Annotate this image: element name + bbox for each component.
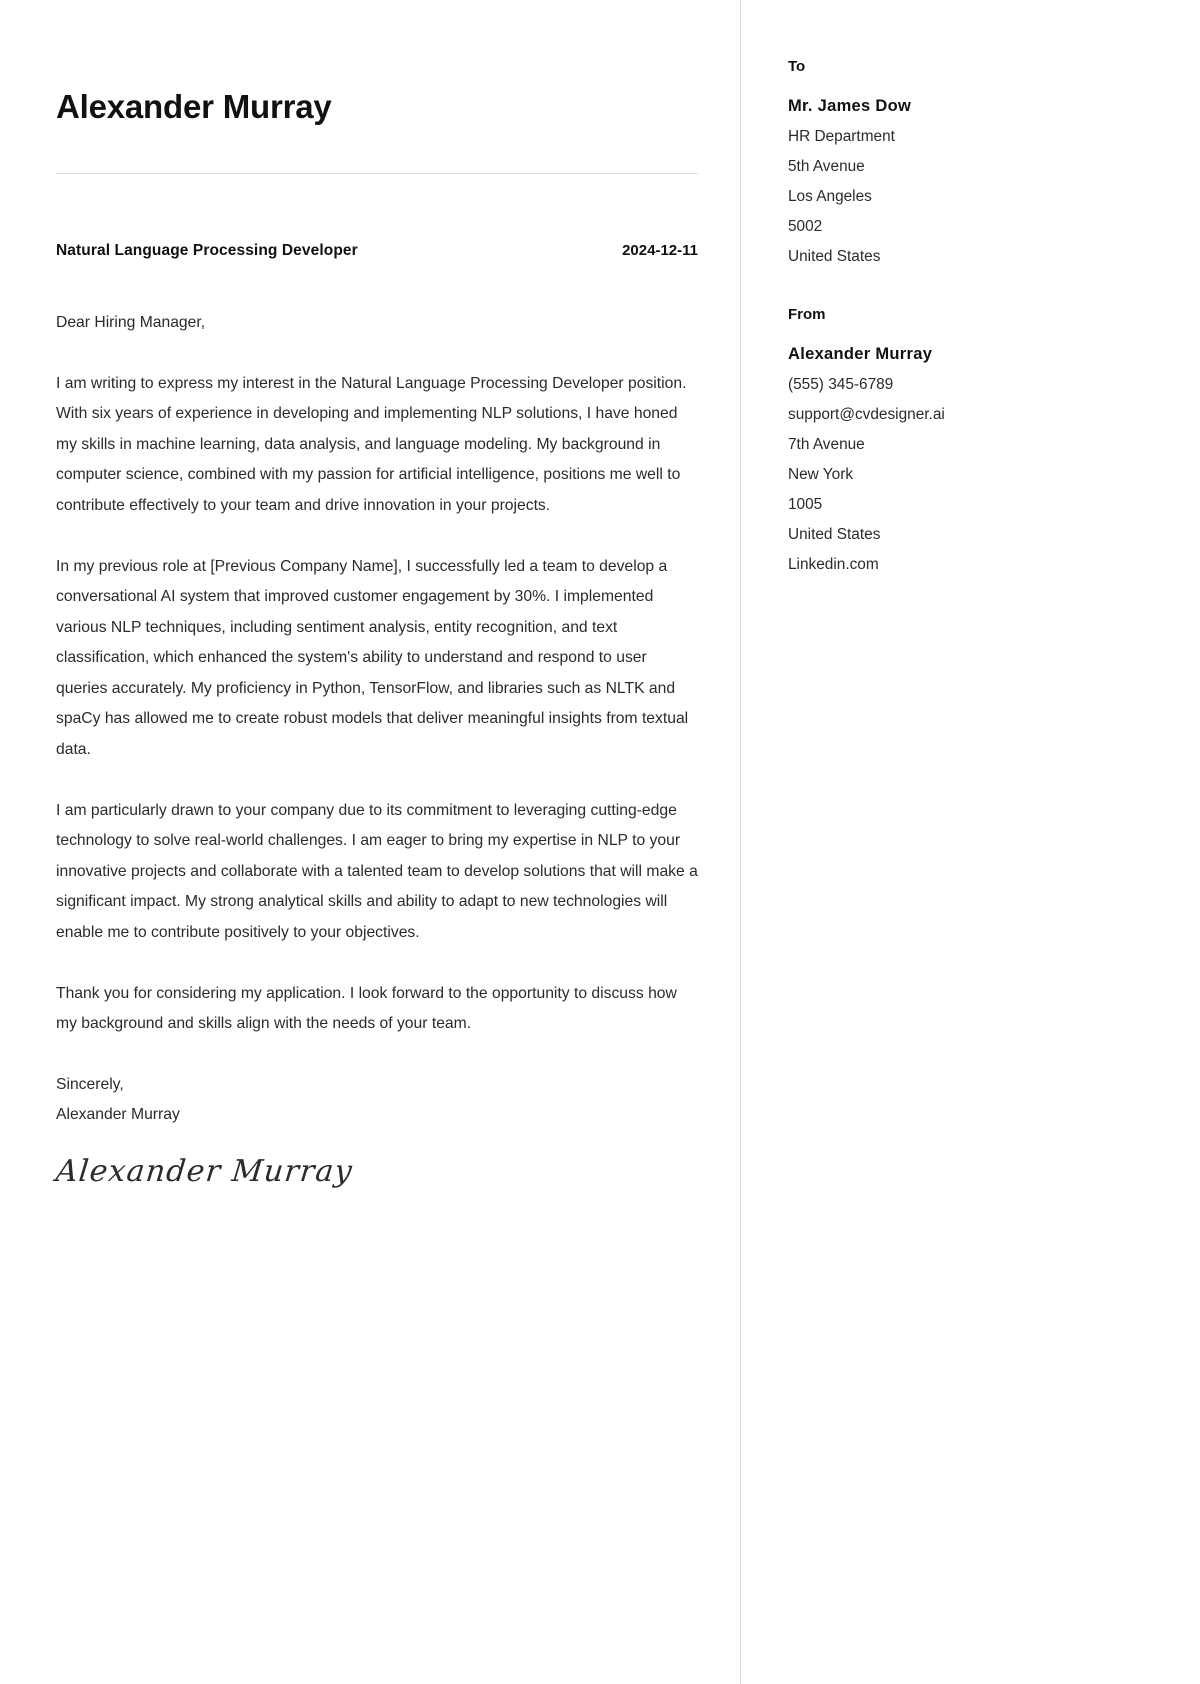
subject-row: Natural Language Processing Developer 20… [56, 242, 698, 260]
letter-column: Alexander Murray Natural Language Proces… [0, 0, 740, 1684]
sender-block: From Alexander Murray (555) 345-6789 sup… [788, 306, 1160, 580]
sender-phone: (555) 345-6789 [788, 376, 894, 393]
salutation: Dear Hiring Manager, [56, 313, 206, 331]
recipient-line: 5th Avenue [788, 158, 865, 175]
letter-body: Dear Hiring Manager, I am writing to exp… [54, 308, 698, 1189]
header-rule [56, 172, 698, 174]
to-heading: To [788, 58, 806, 75]
body-paragraph: I am particularly drawn to your company … [56, 801, 698, 942]
closing-name: Alexander Murray [56, 1106, 180, 1124]
sender-email: support@cvdesigner.ai [788, 406, 945, 423]
recipient-line: 5002 [788, 218, 823, 235]
handwritten-signature: Alexander Murray [54, 1154, 355, 1189]
sender-line: 7th Avenue [788, 436, 865, 453]
letter-date: 2024-12-11 [622, 241, 698, 259]
body-paragraph: I am writing to express my interest in t… [56, 374, 687, 514]
sender-line: New York [788, 466, 854, 483]
body-paragraph: Thank you for considering my application… [56, 984, 677, 1033]
job-title: Natural Language Processing Developer [56, 241, 358, 259]
recipient-block: To Mr. James Dow HR Department 5th Avenu… [788, 58, 1160, 272]
recipient-name: Mr. James Dow [788, 97, 912, 115]
page-title: Alexander Murray [56, 88, 332, 125]
sender-linkedin: Linkedin.com [788, 556, 879, 573]
sender-line: United States [788, 526, 881, 543]
sender-name: Alexander Murray [788, 345, 933, 363]
recipient-line: HR Department [788, 128, 895, 145]
column-divider [740, 0, 741, 1684]
from-heading: From [788, 306, 826, 323]
closing-block: Sincerely, Alexander Murray [56, 1070, 698, 1131]
recipient-line: Los Angeles [788, 188, 872, 205]
closing-word: Sincerely, [56, 1075, 124, 1093]
sender-line: 1005 [788, 496, 823, 513]
body-paragraph: In my previous role at [Previous Company… [56, 557, 689, 759]
recipient-line: United States [788, 248, 881, 265]
sidebar-column: To Mr. James Dow HR Department 5th Avenu… [740, 0, 1200, 1684]
cover-letter-page: Alexander Murray Natural Language Proces… [0, 0, 1200, 1684]
